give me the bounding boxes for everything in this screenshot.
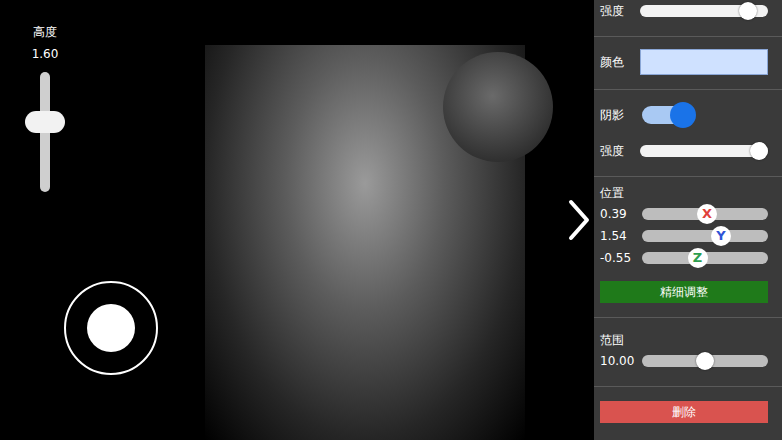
- scene-viewport[interactable]: 高度 1.60: [0, 0, 594, 440]
- color-label: 颜色: [600, 54, 632, 71]
- height-control: 高度 1.60: [22, 24, 68, 192]
- range-thumb[interactable]: [696, 352, 714, 370]
- axis-slider[interactable]: X: [642, 204, 768, 224]
- shadow-toggle[interactable]: [640, 100, 696, 130]
- shadow-strength-thumb[interactable]: [750, 142, 768, 160]
- shadow-strength-row: 强度: [600, 140, 768, 162]
- fine-tune-button[interactable]: 精细调整: [600, 281, 768, 303]
- shadow-strength-slider[interactable]: [640, 141, 768, 161]
- position-axis-row: 1.54 Y: [600, 225, 768, 247]
- shadow-strength-track: [640, 145, 768, 157]
- light-sphere[interactable]: [443, 52, 553, 162]
- position-axis-row: 0.39 X: [600, 203, 768, 225]
- axis-value: -0.55: [600, 251, 634, 265]
- color-row: 颜色: [600, 49, 768, 75]
- separator: [594, 386, 782, 387]
- shadow-label: 阴影: [600, 107, 632, 124]
- separator: [594, 89, 782, 90]
- shadow-strength-label: 强度: [600, 143, 632, 160]
- axis-value: 0.39: [600, 207, 634, 221]
- axis-slider[interactable]: Z: [642, 248, 768, 268]
- shadow-row: 阴影: [600, 100, 768, 130]
- axis-thumb[interactable]: X: [697, 204, 717, 224]
- axis-slider[interactable]: Y: [642, 226, 768, 246]
- shadow-toggle-knob: [670, 102, 696, 128]
- range-value: 10.00: [600, 354, 634, 368]
- position-label: 位置: [600, 183, 768, 203]
- intensity-row: 强度: [600, 0, 768, 22]
- axis-value: 1.54: [600, 229, 634, 243]
- delete-button[interactable]: 删除: [600, 401, 768, 423]
- height-slider-thumb[interactable]: [25, 111, 65, 133]
- editor-screen: 高度1.60强度颜色阴影强度位置0.39X1.54Y-0.55Z精细调整范围10…: [0, 0, 782, 440]
- range-label: 范围: [600, 330, 768, 350]
- intensity-slider[interactable]: [640, 1, 768, 21]
- intensity-label: 强度: [600, 3, 632, 20]
- joystick[interactable]: [64, 281, 158, 375]
- height-label: 高度: [33, 24, 57, 40]
- axis-thumb[interactable]: Y: [711, 226, 731, 246]
- height-value: 1.60: [32, 46, 59, 62]
- position-axis-row: -0.55 Z: [600, 247, 768, 269]
- height-slider[interactable]: [23, 72, 67, 192]
- joystick-knob[interactable]: [87, 304, 135, 352]
- separator: [594, 317, 782, 318]
- axis-track: [642, 230, 768, 242]
- light-settings-panel: 强度颜色阴影强度位置0.39X1.54Y-0.55Z精细调整范围10.00删除: [594, 0, 782, 440]
- chevron-right-icon[interactable]: [566, 198, 592, 242]
- range-row: 10.00: [600, 350, 768, 372]
- separator: [594, 176, 782, 177]
- axis-thumb[interactable]: Z: [688, 248, 708, 268]
- intensity-thumb[interactable]: [739, 2, 757, 20]
- separator: [594, 36, 782, 37]
- color-swatch[interactable]: [640, 49, 768, 75]
- range-slider[interactable]: [642, 351, 768, 371]
